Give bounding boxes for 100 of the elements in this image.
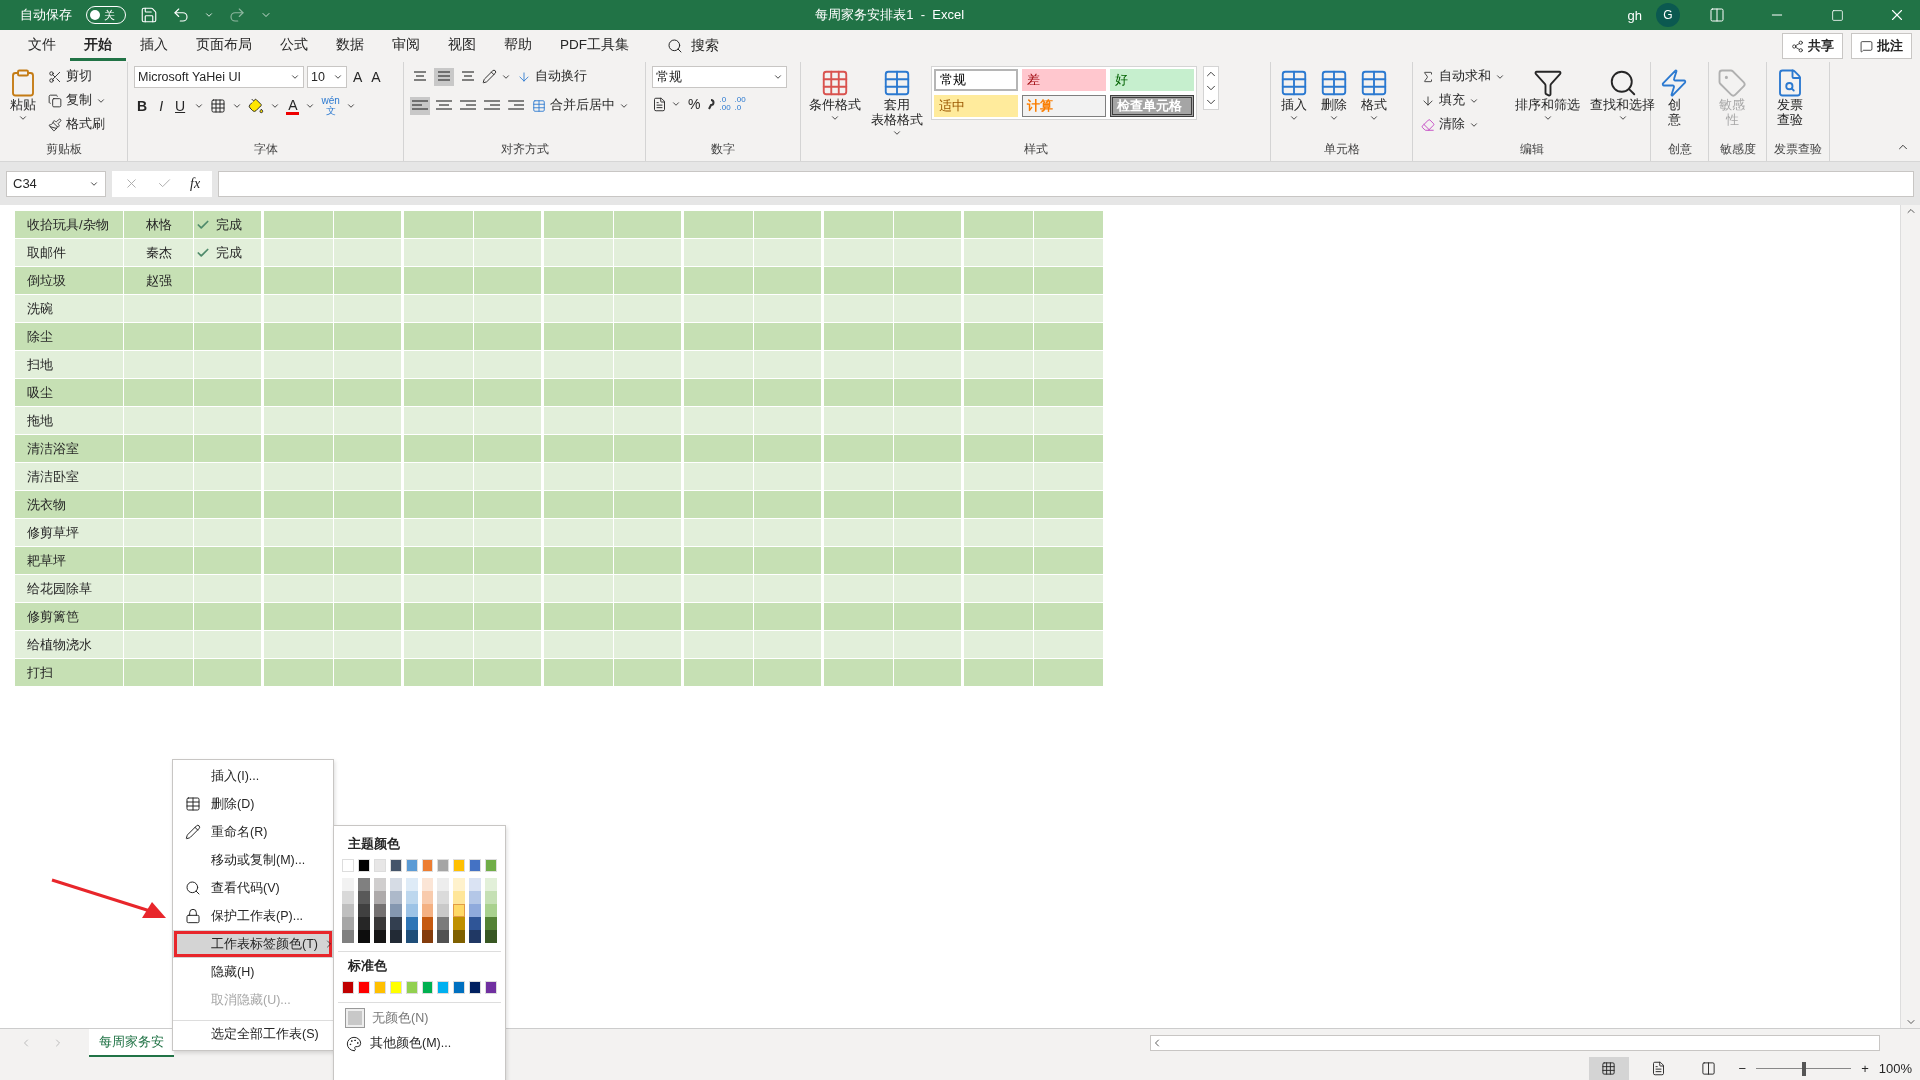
color-swatch[interactable]	[453, 930, 466, 943]
color-swatch[interactable]	[437, 981, 450, 994]
color-swatch[interactable]	[405, 859, 418, 872]
color-swatch[interactable]	[437, 878, 450, 891]
decrease-decimal-button[interactable]: .00 .0	[734, 96, 746, 112]
horizontal-scrollbar[interactable]	[1150, 1035, 1880, 1051]
editing-button[interactable]: 自动求和	[1419, 66, 1507, 87]
color-swatch[interactable]	[453, 878, 466, 891]
color-swatch[interactable]	[342, 981, 354, 994]
color-swatch[interactable]	[389, 981, 402, 994]
color-swatch[interactable]	[389, 891, 402, 904]
dropdown-caret-icon[interactable]	[773, 72, 783, 82]
find-select-button[interactable]: 查找和选择	[1588, 66, 1657, 125]
color-swatch[interactable]	[421, 878, 434, 891]
rename-icon[interactable]	[185, 824, 201, 840]
color-swatch[interactable]	[421, 891, 434, 904]
comma-style-icon[interactable]	[707, 97, 716, 111]
color-swatch[interactable]	[485, 878, 498, 891]
dropdown-caret-icon[interactable]	[290, 72, 300, 82]
zoom-in-button[interactable]: +	[1861, 1061, 1869, 1076]
ribbon-tab[interactable]: 视图	[434, 31, 490, 61]
wrap-text-button[interactable]: 自动换行	[515, 66, 589, 87]
color-swatch[interactable]	[389, 904, 402, 917]
font-size-select[interactable]: 10	[307, 66, 347, 88]
insert-cells-icon[interactable]	[1279, 68, 1309, 98]
name-box[interactable]: C34	[6, 170, 106, 197]
color-swatch[interactable]	[421, 904, 434, 917]
eraser-icon[interactable]	[1421, 117, 1435, 132]
align-left-icon[interactable]	[410, 96, 430, 115]
dropdown-caret-icon[interactable]	[204, 10, 214, 20]
zoom-thumb[interactable]	[1801, 1061, 1806, 1076]
color-swatch[interactable]	[405, 904, 418, 917]
color-swatch[interactable]	[469, 891, 482, 904]
merge-center-button[interactable]: 合并后居中	[530, 95, 631, 116]
dropdown-caret-icon[interactable]	[1369, 113, 1379, 123]
color-swatch[interactable]	[437, 930, 450, 943]
color-swatch[interactable]	[373, 981, 386, 994]
cancel-icon[interactable]	[124, 176, 139, 191]
color-swatch[interactable]	[342, 859, 354, 872]
color-swatch[interactable]	[357, 981, 370, 994]
middle-align-icon[interactable]	[434, 67, 454, 86]
ribbon-button[interactable]: 发票 查验	[1773, 66, 1807, 130]
conditional-formatting-button[interactable]: 条件格式	[807, 66, 863, 125]
percent-button[interactable]: %	[685, 96, 704, 112]
ribbon-tab[interactable]: 文件	[14, 31, 70, 61]
color-swatch[interactable]	[421, 917, 434, 930]
share-button[interactable]: 共享	[1782, 33, 1843, 59]
color-swatch[interactable]	[357, 917, 370, 930]
color-swatch[interactable]	[485, 917, 498, 930]
font-color-button[interactable]: A	[286, 97, 300, 115]
color-swatch[interactable]	[421, 859, 434, 872]
ribbon-tab[interactable]: 帮助	[490, 31, 546, 61]
dropdown-caret-icon[interactable]	[1289, 113, 1299, 123]
color-swatch[interactable]	[373, 891, 386, 904]
dropdown-caret-icon[interactable]	[830, 113, 840, 123]
color-swatch[interactable]	[437, 904, 450, 917]
color-swatch[interactable]	[373, 859, 386, 872]
color-swatch[interactable]	[453, 981, 466, 994]
color-swatch[interactable]	[485, 859, 498, 872]
phonetic-button[interactable]: wén 文	[321, 96, 340, 116]
no-color-option[interactable]: 无颜色(N)	[338, 1005, 501, 1031]
dropdown-caret-icon[interactable]	[333, 72, 343, 82]
dropdown-caret-icon[interactable]	[1329, 113, 1339, 123]
dropdown-caret-icon[interactable]	[1617, 113, 1628, 123]
cell-style-option[interactable]: 常规	[934, 69, 1018, 91]
dropdown-caret-icon[interactable]	[1542, 113, 1553, 123]
color-swatch[interactable]	[357, 891, 370, 904]
context-menu-item[interactable]: 查看代码(V)	[173, 874, 333, 902]
redo-icon[interactable]	[228, 6, 246, 24]
dropdown-caret-icon[interactable]	[671, 99, 681, 109]
paste-button[interactable]: 粘贴	[6, 66, 40, 125]
copy-icon[interactable]	[48, 93, 62, 108]
color-swatch[interactable]	[469, 878, 482, 891]
color-swatch[interactable]	[357, 878, 370, 891]
editing-button[interactable]: 清除	[1419, 114, 1507, 135]
sort-filter-button[interactable]: 排序和筛选	[1513, 66, 1582, 125]
color-swatch[interactable]	[357, 859, 370, 872]
color-swatch[interactable]	[357, 904, 370, 917]
ribbon-display-icon[interactable]	[1709, 7, 1725, 23]
delete-cells-icon[interactable]	[1319, 68, 1349, 98]
cell-style-option[interactable]: 差	[1022, 69, 1106, 91]
color-swatch[interactable]	[453, 891, 466, 904]
color-swatch[interactable]	[437, 859, 450, 872]
context-menu-item[interactable]: 插入(I)...	[173, 762, 333, 790]
user-avatar[interactable]: G	[1656, 3, 1680, 27]
save-icon[interactable]	[140, 6, 158, 24]
color-swatch[interactable]	[469, 930, 482, 943]
ribbon-tab[interactable]: 插入	[126, 31, 182, 61]
lightning-icon[interactable]	[1659, 68, 1689, 98]
dropdown-caret-icon[interactable]	[892, 128, 902, 138]
dropdown-caret-icon[interactable]	[232, 101, 243, 111]
dropdown-caret-icon[interactable]	[18, 113, 28, 123]
wrap-text-icon[interactable]	[517, 69, 531, 84]
color-swatch[interactable]	[373, 930, 386, 943]
shrink-font-button[interactable]: A	[368, 69, 384, 85]
context-menu-item[interactable]: 隐藏(H)	[173, 958, 333, 986]
clipboard-item-button[interactable]: 剪切	[46, 66, 108, 87]
color-swatch[interactable]	[342, 904, 354, 917]
color-swatch[interactable]	[389, 917, 402, 930]
bold-button[interactable]: B	[134, 98, 151, 114]
